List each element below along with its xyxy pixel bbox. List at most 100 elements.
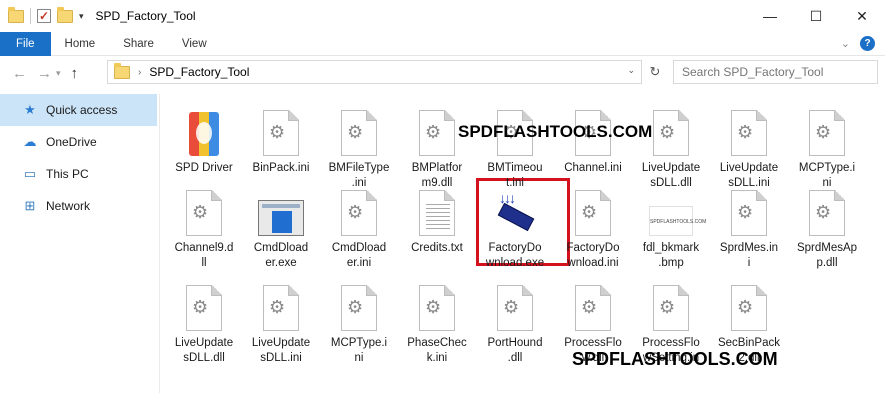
file-item[interactable]: ⚙ LiveUpdate sDLL.ini bbox=[711, 104, 787, 191]
divider bbox=[30, 8, 31, 24]
address-path[interactable]: SPD_Factory_Tool bbox=[149, 65, 249, 79]
file-item[interactable]: ⚙ BMPlatfor m9.dll bbox=[399, 104, 475, 191]
file-item[interactable]: ⚙ PhaseChec k.ini bbox=[399, 279, 475, 366]
file-name-label: fdl_bkmark .bmp bbox=[642, 242, 700, 269]
file-item[interactable]: ⚙ BMTimeou t.ini bbox=[477, 104, 553, 191]
file-item[interactable]: ⚙ MCPType.i ni bbox=[321, 279, 397, 366]
settings-file-icon: ⚙ bbox=[575, 190, 611, 236]
gear-icon: ⚙ bbox=[737, 122, 754, 142]
file-item[interactable]: ⚙ BMFileType .ini bbox=[321, 104, 397, 191]
title-bar: ✓ ▾ SPD_Factory_Tool — ☐ ✕ bbox=[0, 0, 885, 32]
help-icon[interactable]: ? bbox=[860, 36, 875, 51]
forward-arrow-icon[interactable]: → bbox=[37, 65, 52, 82]
file-icon-wrap bbox=[166, 104, 242, 156]
file-item[interactable]: ⚙ LiveUpdate sDLL.dll bbox=[633, 104, 709, 191]
tab-share[interactable]: Share bbox=[109, 32, 168, 56]
file-icon-wrap: ⚙ bbox=[555, 279, 631, 331]
qat-dropdown-icon[interactable]: ▾ bbox=[79, 11, 84, 22]
nav-item-quick-access[interactable]: ★ Quick access bbox=[0, 94, 157, 126]
settings-file-icon: ⚙ bbox=[575, 285, 611, 331]
folder-icon[interactable] bbox=[8, 6, 24, 23]
file-name-label: CmdDload er.ini bbox=[331, 242, 387, 269]
new-folder-icon[interactable] bbox=[57, 6, 73, 23]
file-item[interactable]: ⚙ Channel9.d ll bbox=[166, 184, 242, 271]
gear-icon: ⚙ bbox=[581, 297, 598, 317]
file-item[interactable]: ↓↓↓ FactoryDo wnload.exe bbox=[477, 184, 553, 271]
minimize-button[interactable]: — bbox=[747, 0, 793, 32]
window-title: SPD_Factory_Tool bbox=[95, 9, 196, 23]
file-name-label: SprdMes.in i bbox=[719, 242, 779, 269]
file-icon-wrap: ⚙ bbox=[711, 104, 787, 156]
file-item[interactable]: ⚙ BinPack.ini bbox=[243, 104, 319, 176]
nav-item-label: Quick access bbox=[46, 103, 118, 117]
settings-file-icon: ⚙ bbox=[263, 110, 299, 156]
file-item[interactable]: ⚙ PortHound .dll bbox=[477, 279, 553, 366]
settings-file-icon: ⚙ bbox=[341, 110, 377, 156]
settings-file-icon: ⚙ bbox=[731, 110, 767, 156]
path-separator-icon[interactable]: › bbox=[138, 67, 141, 78]
file-item[interactable]: ⚙ SprdMes.in i bbox=[711, 184, 787, 271]
tab-home[interactable]: Home bbox=[51, 32, 110, 56]
gear-icon: ⚙ bbox=[581, 202, 598, 222]
file-icon-wrap: ⚙ bbox=[633, 279, 709, 331]
file-item[interactable]: SPD Driver bbox=[166, 104, 242, 176]
spd-driver-icon bbox=[189, 112, 219, 156]
file-icon-wrap: ⚙ bbox=[166, 184, 242, 236]
settings-file-icon: ⚙ bbox=[731, 285, 767, 331]
settings-file-icon: ⚙ bbox=[809, 110, 845, 156]
nav-item-label: OneDrive bbox=[46, 135, 97, 149]
search-input[interactable] bbox=[682, 65, 852, 79]
properties-check-icon[interactable]: ✓ bbox=[37, 9, 51, 23]
computer-icon: ▭ bbox=[23, 166, 37, 181]
nav-item-this-pc[interactable]: ▭ This PC bbox=[0, 158, 159, 190]
address-bar[interactable]: › SPD_Factory_Tool ⌄ bbox=[107, 60, 642, 84]
tab-view[interactable]: View bbox=[168, 32, 221, 56]
star-icon: ★ bbox=[24, 102, 36, 117]
file-item[interactable]: ⚙ SprdMesAp p.dll bbox=[789, 184, 865, 271]
file-item[interactable]: ⚙ LiveUpdate sDLL.dll bbox=[166, 279, 242, 366]
gear-icon: ⚙ bbox=[737, 202, 754, 222]
recent-locations-icon[interactable]: ▾ bbox=[56, 68, 61, 79]
gear-icon: ⚙ bbox=[815, 122, 832, 142]
file-item[interactable]: SPDFLASHTOOLS.COM fdl_bkmark .bmp bbox=[633, 184, 709, 271]
file-icon-wrap: ⚙ bbox=[711, 279, 787, 331]
gear-icon: ⚙ bbox=[659, 297, 676, 317]
file-item[interactable]: CmdDload er.exe bbox=[243, 184, 319, 271]
quick-access-toolbar: ✓ ▾ bbox=[0, 6, 84, 24]
file-name-label: Channel9.d ll bbox=[174, 242, 234, 269]
file-item[interactable]: ⚙ MCPType.i ni bbox=[789, 104, 865, 191]
file-name-label: FactoryDo wnload.ini bbox=[566, 242, 620, 269]
file-icon-wrap: SPDFLASHTOOLS.COM bbox=[633, 184, 709, 236]
expand-ribbon-icon[interactable]: ⌄ bbox=[841, 37, 850, 50]
file-name-label: Credits.txt bbox=[411, 242, 463, 254]
cloud-icon: ☁ bbox=[23, 134, 37, 149]
file-name-label: CmdDload er.exe bbox=[253, 242, 309, 269]
gear-icon: ⚙ bbox=[347, 297, 364, 317]
address-dropdown-icon[interactable]: ⌄ bbox=[627, 65, 635, 76]
up-arrow-icon[interactable]: ↑ bbox=[71, 65, 79, 82]
text-file-icon bbox=[419, 190, 455, 236]
nav-item-onedrive[interactable]: ☁ OneDrive bbox=[0, 126, 159, 158]
file-item[interactable]: ⚙ FactoryDo wnload.ini bbox=[555, 184, 631, 271]
file-icon-wrap bbox=[243, 184, 319, 236]
file-item[interactable]: Credits.txt bbox=[399, 184, 475, 256]
network-icon: ⊞ bbox=[24, 198, 36, 213]
settings-file-icon: ⚙ bbox=[653, 285, 689, 331]
search-box[interactable] bbox=[673, 60, 878, 84]
close-button[interactable]: ✕ bbox=[839, 0, 885, 32]
gear-icon: ⚙ bbox=[347, 122, 364, 142]
refresh-icon[interactable]: ↻ bbox=[645, 61, 665, 83]
nav-item-network[interactable]: ⊞ Network bbox=[0, 190, 159, 222]
window-app-icon bbox=[258, 200, 304, 236]
file-item[interactable]: ⚙ CmdDload er.ini bbox=[321, 184, 397, 271]
bitmap-icon: SPDFLASHTOOLS.COM bbox=[649, 206, 706, 236]
maximize-button[interactable]: ☐ bbox=[793, 0, 839, 32]
gear-icon: ⚙ bbox=[737, 297, 754, 317]
file-icon-wrap: ⚙ bbox=[477, 279, 553, 331]
tab-file[interactable]: File bbox=[0, 31, 51, 56]
file-item[interactable]: ⚙ LiveUpdate sDLL.ini bbox=[243, 279, 319, 366]
gear-icon: ⚙ bbox=[659, 122, 676, 142]
back-arrow-icon[interactable]: ← bbox=[12, 65, 27, 82]
gear-icon: ⚙ bbox=[815, 202, 832, 222]
watermark-text: SPDFLASHTOOLS.COM bbox=[572, 349, 778, 369]
